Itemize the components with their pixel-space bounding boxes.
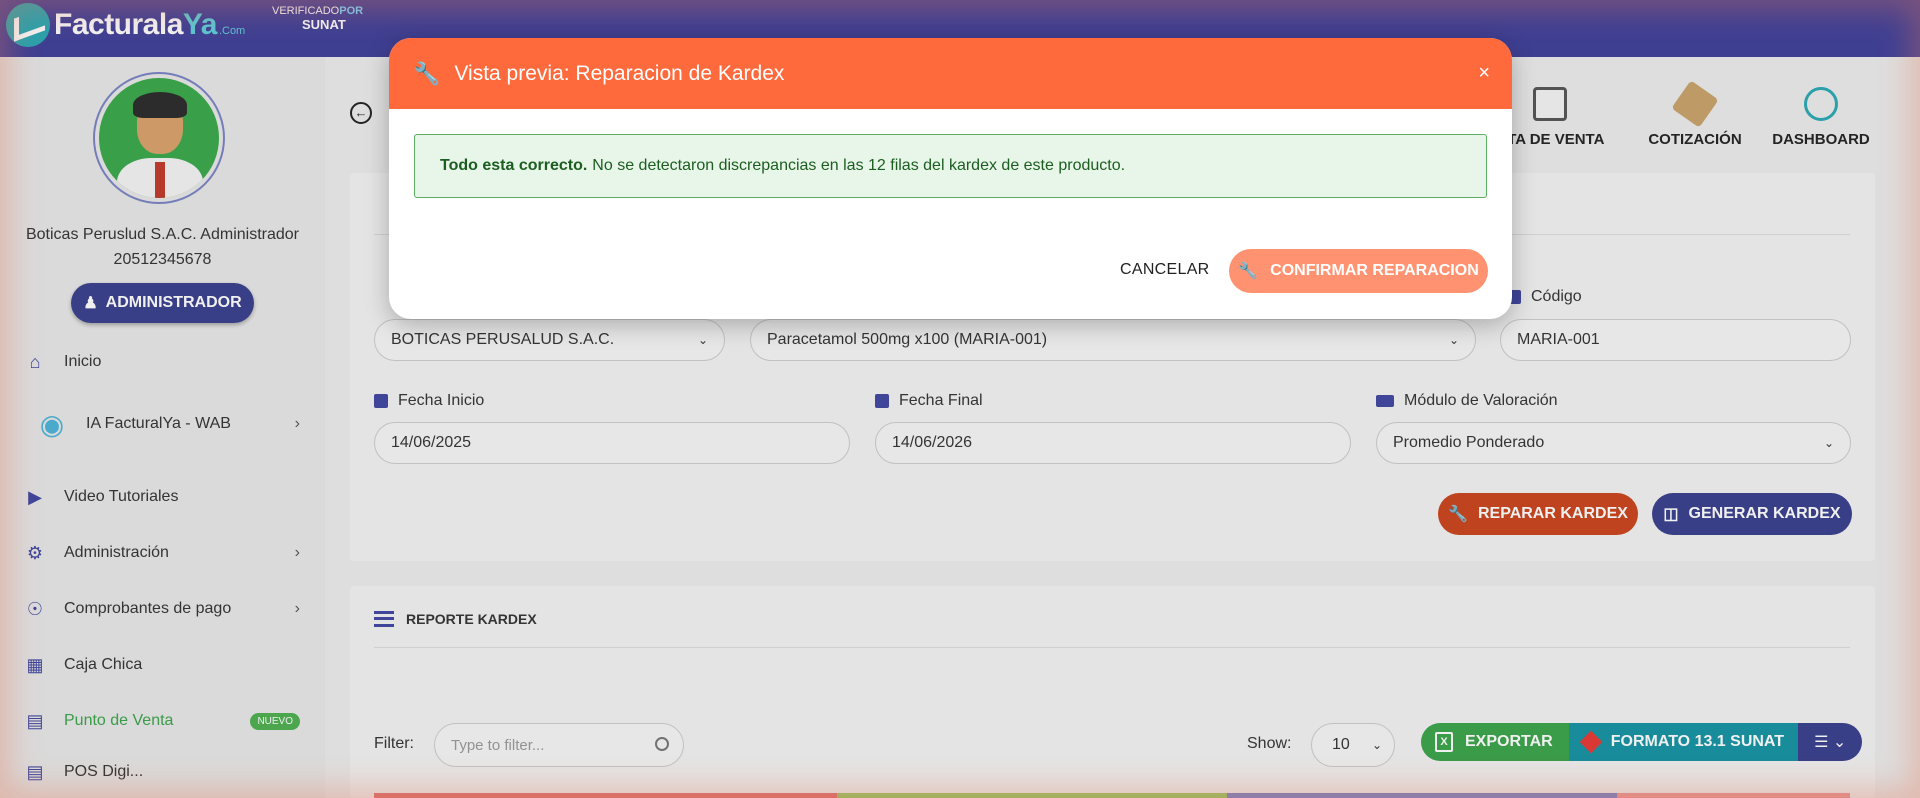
repair-preview-modal: 🔧 Vista previa: Reparacion de Kardex × T… <box>389 38 1512 319</box>
confirm-repair-button[interactable]: 🔧 CONFIRMAR REPARACION <box>1229 249 1488 293</box>
wrench-icon: 🔧 <box>413 60 441 86</box>
alert-text: No se detectaron discrepancias en las 12… <box>592 157 1126 174</box>
wrench-icon: 🔧 <box>1238 263 1259 280</box>
modal-header: 🔧 Vista previa: Reparacion de Kardex <box>389 38 1512 109</box>
close-icon[interactable]: × <box>1478 62 1490 85</box>
success-alert: Todo esta correcto. No se detectaron dis… <box>414 134 1487 198</box>
alert-strong: Todo esta correcto. <box>440 157 588 174</box>
cancel-button[interactable]: CANCELAR <box>1120 261 1210 279</box>
modal-title: Vista previa: Reparacion de Kardex <box>454 61 785 85</box>
